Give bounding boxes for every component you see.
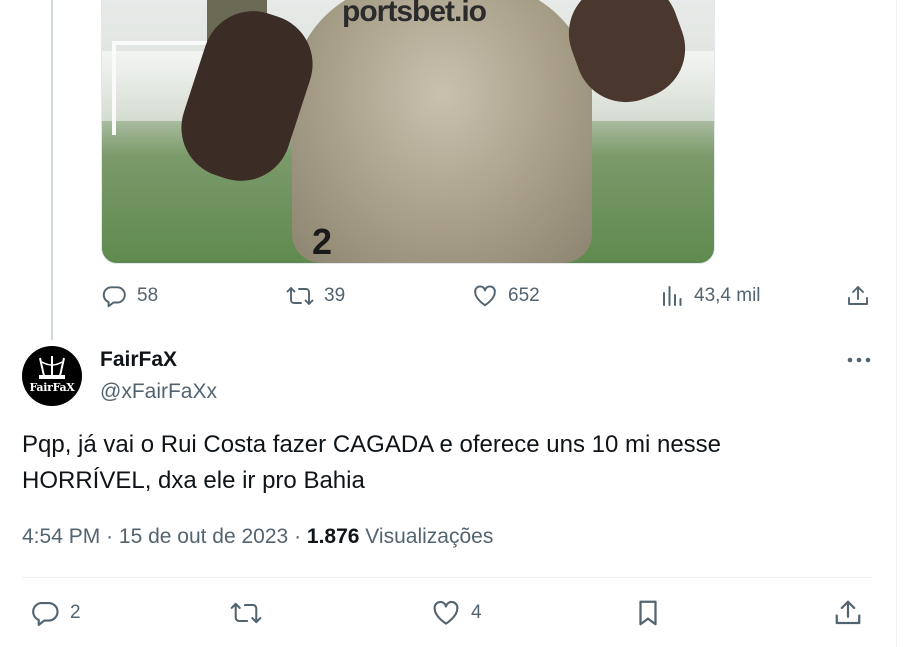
tweet-date[interactable]: 15 de out de 2023 bbox=[119, 525, 288, 548]
author-display-name[interactable]: FairFaX bbox=[100, 348, 177, 372]
tweet-text-line-1: Pqp, já vai o Rui Costa fazer CAGADA e o… bbox=[22, 431, 722, 458]
more-options-button[interactable] bbox=[846, 350, 872, 370]
retweet-button[interactable]: 39 bbox=[286, 283, 345, 309]
bookmark-button[interactable] bbox=[633, 598, 663, 628]
like-button[interactable]: 4 bbox=[431, 598, 482, 628]
analytics-icon bbox=[660, 283, 684, 309]
share-icon bbox=[846, 283, 870, 309]
column-border bbox=[896, 0, 897, 647]
views-count: 1.876 bbox=[306, 525, 360, 548]
share-icon bbox=[833, 598, 863, 628]
reply-icon bbox=[101, 283, 127, 309]
thread-connector-line bbox=[51, 0, 53, 340]
tweet-text: Pqp, já vai o Rui Costa fazer CAGADA e o… bbox=[22, 427, 822, 499]
bookmark-icon bbox=[633, 598, 663, 628]
tweet-actions: 2 4 bbox=[30, 598, 872, 628]
reply-count: 2 bbox=[70, 602, 81, 623]
author-handle[interactable]: @xFairFaXx bbox=[100, 380, 217, 404]
more-icon bbox=[847, 357, 871, 363]
media-shirt-number: 2 bbox=[312, 221, 333, 262]
media-player-jersey bbox=[292, 0, 592, 263]
tweet-time[interactable]: 4:54 PM bbox=[22, 525, 100, 548]
like-count: 4 bbox=[471, 602, 482, 623]
avatar-logo-icon bbox=[39, 356, 65, 379]
media-sponsor-text: portsbet.io bbox=[342, 0, 487, 28]
reply-button[interactable]: 58 bbox=[101, 283, 158, 309]
meta-separator: · bbox=[106, 525, 119, 548]
retweet-icon bbox=[286, 283, 314, 309]
heart-icon bbox=[431, 598, 461, 628]
reply-button[interactable]: 2 bbox=[30, 598, 81, 628]
avatar[interactable]: FairFaX bbox=[22, 346, 82, 406]
retweet-count: 39 bbox=[324, 285, 346, 306]
reply-icon bbox=[30, 598, 60, 628]
views-count: 43,4 mil bbox=[694, 285, 761, 306]
reply-count: 58 bbox=[137, 285, 159, 306]
tweet-media-image[interactable]: portsbet.io 2 bbox=[101, 0, 715, 264]
divider bbox=[22, 577, 872, 578]
share-button[interactable] bbox=[846, 283, 870, 309]
avatar-text: FairFaX bbox=[29, 381, 75, 394]
share-button[interactable] bbox=[833, 598, 863, 628]
tweet-metadata: 4:54 PM · 15 de out de 2023 · 1.876 Visu… bbox=[22, 525, 493, 549]
retweet-button[interactable] bbox=[230, 598, 262, 628]
views-label: Visualizações bbox=[365, 525, 494, 548]
views-button[interactable]: 43,4 mil bbox=[660, 283, 761, 309]
retweet-icon bbox=[230, 598, 262, 628]
like-count: 652 bbox=[508, 285, 540, 306]
tweet-text-line-2: HORRÍVEL, dxa ele ir pro Bahia bbox=[22, 467, 365, 494]
meta-separator: · bbox=[294, 525, 307, 548]
previous-tweet-actions: 58 39 652 43,4 mil bbox=[101, 282, 873, 310]
like-button[interactable]: 652 bbox=[472, 283, 540, 309]
heart-icon bbox=[472, 283, 498, 309]
